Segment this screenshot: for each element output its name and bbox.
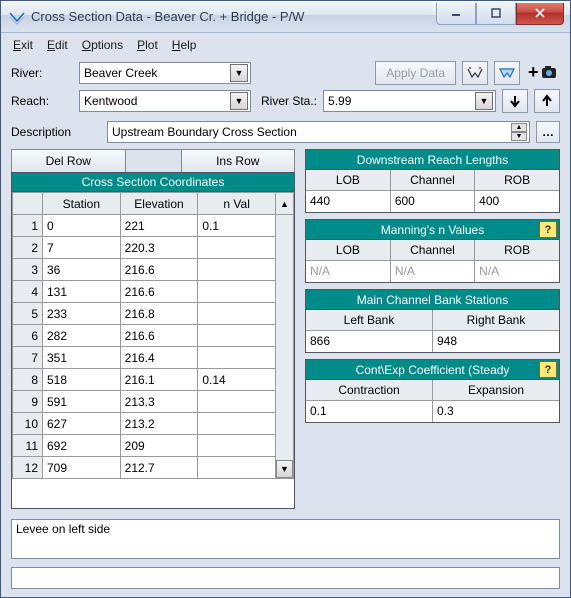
table-row: 10627213.2 — [13, 413, 294, 435]
description-value: Upstream Boundary Cross Section — [112, 125, 511, 139]
window-buttons — [436, 3, 564, 25]
downstream-lob[interactable]: 440 — [306, 190, 390, 212]
chevron-down-icon[interactable]: ▼ — [230, 92, 248, 110]
manning-title: Manning's n Values ? — [306, 220, 559, 240]
menu-edit[interactable]: Edit — [47, 38, 68, 52]
table-row: 336216.6 — [13, 259, 294, 281]
add-snapshot-button[interactable]: + — [526, 61, 560, 85]
plot-xs-button[interactable] — [462, 61, 488, 85]
plot-shade-button[interactable] — [494, 61, 520, 85]
titlebar: Cross Section Data - Beaver Cr. + Bridge… — [1, 1, 570, 33]
riversta-label: River Sta.: — [261, 94, 317, 108]
contraction-value[interactable]: 0.1 — [306, 400, 433, 422]
up-arrow-button[interactable] — [534, 89, 560, 113]
scroll-down-icon[interactable]: ▼ — [276, 460, 293, 478]
riversta-combo[interactable]: 5.99 ▼ — [323, 90, 496, 112]
ins-row-button[interactable]: Ins Row — [182, 150, 295, 172]
menubar: Exit Edit Options Plot Help — [1, 33, 570, 57]
manning-lob[interactable]: N/A — [306, 260, 390, 282]
chevron-down-icon[interactable]: ▼ — [475, 92, 493, 110]
river-combo[interactable]: Beaver Creek ▼ — [79, 62, 251, 84]
table-row: 12709212.7 — [13, 457, 294, 479]
table-row: 7351216.4 — [13, 347, 294, 369]
scroll-up-icon[interactable]: ▲ — [276, 193, 294, 215]
menu-exit[interactable]: Exit — [13, 38, 33, 52]
help-icon[interactable]: ? — [539, 221, 557, 238]
reach-value: Kentwood — [84, 94, 230, 108]
contexp-title: Cont\Exp Coefficient (Steady ? — [306, 360, 559, 380]
maximize-button[interactable] — [476, 3, 516, 25]
description-field[interactable]: Upstream Boundary Cross Section ▲▼ — [107, 121, 530, 143]
riversta-value: 5.99 — [328, 94, 475, 108]
description-label: Description — [11, 125, 101, 139]
col-elevation[interactable]: Elevation — [120, 193, 198, 215]
contexp-panel: Cont\Exp Coefficient (Steady ? Contracti… — [305, 359, 560, 423]
downstream-rob[interactable]: 400 — [475, 190, 559, 212]
downstream-title: Downstream Reach Lengths — [306, 150, 559, 170]
col-station[interactable]: Station — [43, 193, 121, 215]
del-row-button[interactable]: Del Row — [12, 150, 126, 172]
downstream-panel: Downstream Reach Lengths LOBChannelROB 4… — [305, 149, 560, 213]
manning-channel[interactable]: N/A — [390, 260, 474, 282]
close-button[interactable] — [516, 3, 564, 25]
menu-plot[interactable]: Plot — [137, 38, 158, 52]
table-row: 9591213.3 — [13, 391, 294, 413]
description-spinner[interactable]: ▲▼ — [511, 123, 527, 141]
table-row: 8518216.10.14 — [13, 369, 294, 391]
table-row: 4131216.6 — [13, 281, 294, 303]
river-label: River: — [11, 66, 73, 80]
reach-label: Reach: — [11, 94, 73, 108]
menu-options[interactable]: Options — [82, 38, 123, 52]
minimize-button[interactable] — [436, 3, 476, 25]
content-area: River: Beaver Creek ▼ Apply Data + Reach… — [1, 57, 570, 597]
menu-help[interactable]: Help — [172, 38, 197, 52]
down-arrow-button[interactable] — [502, 89, 528, 113]
help-icon[interactable]: ? — [539, 361, 557, 378]
notes-field[interactable]: Levee on left side — [11, 519, 560, 559]
banks-title: Main Channel Bank Stations — [306, 290, 559, 310]
table-row: 5233216.8 — [13, 303, 294, 325]
table-row: 11692209 — [13, 435, 294, 457]
manning-rob[interactable]: N/A — [475, 260, 559, 282]
coords-title: Cross Section Coordinates — [11, 172, 295, 192]
status-bar — [11, 567, 560, 589]
table-row: 27220.3 — [13, 237, 294, 259]
expansion-value[interactable]: 0.3 — [433, 400, 560, 422]
river-value: Beaver Creek — [84, 66, 230, 80]
apply-data-button[interactable]: Apply Data — [375, 61, 456, 85]
downstream-channel[interactable]: 600 — [390, 190, 474, 212]
table-row: 102210.1▼ — [13, 215, 294, 237]
description-more-button[interactable]: … — [536, 121, 560, 143]
manning-panel: Manning's n Values ? LOBChannelROB N/AN/… — [305, 219, 560, 283]
app-window: Cross Section Data - Beaver Cr. + Bridge… — [0, 0, 571, 598]
col-nval[interactable]: n Val — [198, 193, 276, 215]
svg-text:+: + — [528, 63, 539, 82]
chevron-down-icon[interactable]: ▼ — [230, 64, 248, 82]
right-bank[interactable]: 948 — [433, 330, 560, 352]
left-bank[interactable]: 866 — [306, 330, 433, 352]
app-icon — [9, 9, 25, 25]
banks-panel: Main Channel Bank Stations Left BankRigh… — [305, 289, 560, 353]
table-row: 6282216.6 — [13, 325, 294, 347]
coords-grid[interactable]: Station Elevation n Val ▲ 102210.1▼ 2722… — [11, 192, 295, 509]
window-title: Cross Section Data - Beaver Cr. + Bridge… — [31, 9, 436, 24]
reach-combo[interactable]: Kentwood ▼ — [79, 90, 251, 112]
